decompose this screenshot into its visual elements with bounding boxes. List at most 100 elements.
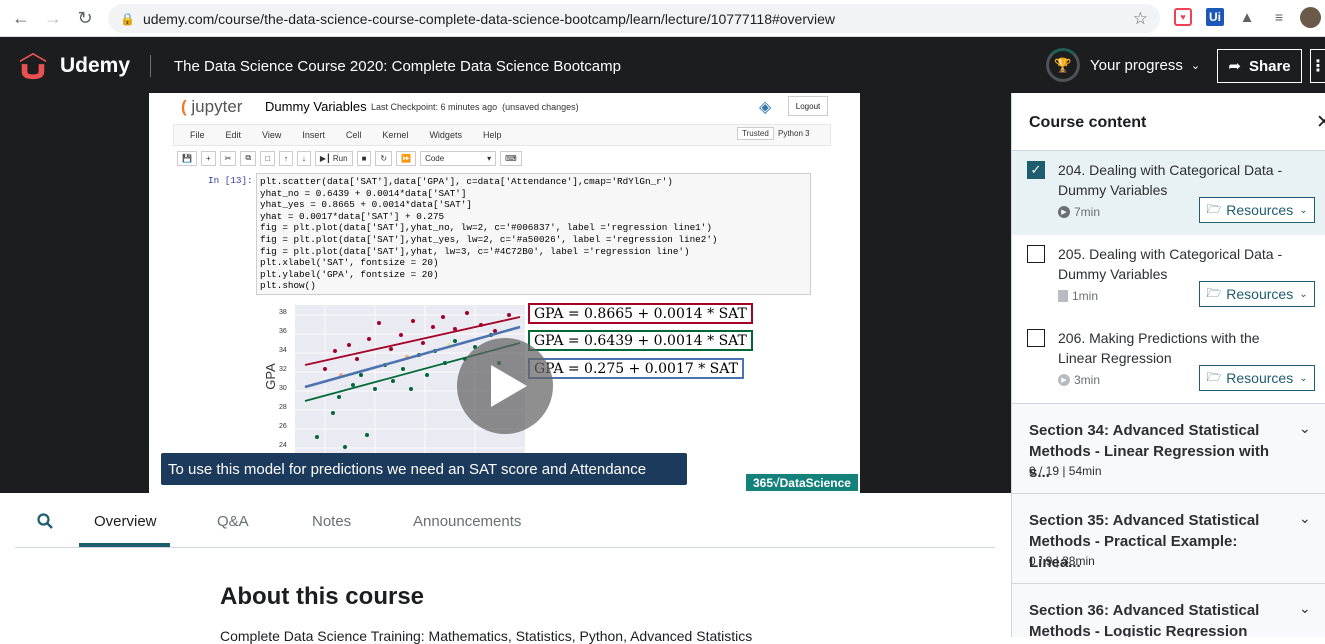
close-icon[interactable]: ✕ [1316, 111, 1325, 134]
lecture-checkbox[interactable]: ✓ [1027, 161, 1045, 179]
resources-button[interactable]: 🗁 Resources ⌄ [1199, 281, 1315, 307]
chevron-down-icon: ⌄ [1190, 59, 1201, 72]
course-content-sidebar: Course content ✕ ✓ 204. Dealing with Cat… [1011, 93, 1325, 637]
folder-icon: 🗁 [1206, 369, 1222, 384]
trophy-icon: 🏆 [1046, 48, 1080, 82]
python-logo-icon: ◈ [759, 99, 772, 116]
course-title[interactable]: The Data Science Course 2020: Complete D… [174, 58, 621, 75]
ytick: 28 [279, 404, 287, 411]
chevron-down-icon: ⌄ [1299, 372, 1308, 384]
progress-label: Your progress [1090, 56, 1183, 74]
chevron-down-icon: ⌄ [1299, 204, 1308, 216]
ytick: 32 [279, 366, 287, 373]
udemy-wordmark: Udemy [60, 54, 131, 77]
ytick: 24 [279, 442, 287, 449]
pocket-extension-icon[interactable]: ♥ [1174, 8, 1192, 26]
search-icon[interactable] [36, 512, 54, 530]
code-cell: In [13]: plt.scatter(data['SAT'],data['G… [173, 173, 831, 298]
chevron-down-icon[interactable]: ⌄ [1299, 510, 1311, 527]
chevron-down-icon[interactable]: ⌄ [1299, 420, 1311, 437]
lecture-item[interactable]: ✓ 204. Dealing with Categorical Data - D… [1012, 151, 1325, 235]
browser-toolbar: ← → ↻ 🔒 udemy.com/course/the-data-scienc… [0, 0, 1325, 37]
ytick: 38 [279, 309, 287, 316]
sidebar-header: Course content ✕ [1012, 93, 1325, 151]
plot-ylabel: GPA [262, 363, 278, 390]
section-item[interactable]: Section 36: Advanced Statistical Methods… [1012, 583, 1325, 637]
profile-avatar[interactable] [1300, 7, 1321, 28]
address-bar[interactable]: 🔒 udemy.com/course/the-data-science-cour… [108, 4, 1160, 33]
reload-icon[interactable]: ↻ [74, 7, 96, 29]
video-play-icon: ▶ [1058, 374, 1070, 386]
equation-no: GPA = 0.6439 + 0.0014 * SAT [528, 330, 753, 351]
back-icon[interactable]: ← [10, 7, 32, 29]
chevron-down-icon[interactable]: ⌄ [1299, 600, 1311, 617]
ytick: 30 [279, 385, 287, 392]
lecture-title: 205. Dealing with Categorical Data - Dum… [1058, 246, 1283, 282]
tab-qa[interactable]: Q&A [217, 513, 249, 530]
resources-button[interactable]: 🗁 Resources ⌄ [1199, 365, 1315, 391]
play-icon [491, 365, 527, 407]
lecture-checkbox[interactable] [1027, 329, 1045, 347]
section-item[interactable]: Section 35: Advanced Statistical Methods… [1012, 493, 1325, 583]
trusted-badge: Trusted [737, 127, 774, 140]
lecture-title: 204. Dealing with Categorical Data - Dum… [1058, 162, 1283, 198]
course-header: Udemy The Data Science Course 2020: Comp… [0, 37, 1325, 93]
resources-button[interactable]: 🗁 Resources ⌄ [1199, 197, 1315, 223]
lecture-checkbox[interactable] [1027, 245, 1045, 263]
udemy-logo[interactable]: Udemy [14, 51, 130, 81]
ytick: 26 [279, 423, 287, 430]
progress-dropdown[interactable]: 🏆 Your progress ⌄ [1046, 48, 1200, 82]
lecture-title: 206. Making Predictions with the Linear … [1058, 330, 1260, 366]
equation-all: GPA = 0.275 + 0.0017 * SAT [528, 358, 744, 379]
folder-icon: 🗁 [1206, 201, 1222, 216]
video-player[interactable]: ( jupyter Dummy Variables Last Checkpoin… [0, 93, 1011, 493]
lecture-duration: 1min [1058, 289, 1098, 303]
play-button[interactable] [457, 338, 553, 434]
ytick: 36 [279, 328, 287, 335]
equation-yes: GPA = 0.8665 + 0.0014 * SAT [528, 303, 753, 324]
lock-icon: 🔒 [120, 11, 135, 26]
forward-icon[interactable]: → [42, 7, 64, 29]
share-button[interactable]: ➦ Share [1217, 49, 1302, 83]
share-icon: ➦ [1228, 58, 1241, 75]
header-divider [150, 55, 151, 77]
ytick: 34 [279, 347, 287, 354]
lecture-duration: ▶ 3min [1058, 373, 1100, 387]
sidebar-title: Course content [1029, 114, 1147, 131]
about-heading: About this course [220, 583, 425, 610]
media-control-icon[interactable]: ≡ [1270, 8, 1288, 26]
jupyter-logo: ( jupyter [181, 97, 243, 116]
extensions-puzzle-icon[interactable]: ▲ [1238, 8, 1256, 26]
kernel-name: Python 3 [778, 129, 810, 138]
url-text: udemy.com/course/the-data-science-course… [142, 10, 836, 27]
cell-prompt: In [13]: [208, 175, 253, 186]
video-caption: To use this model for predictions we nee… [161, 453, 687, 485]
udemy-logo-icon [19, 52, 47, 80]
section-item[interactable]: Section 34: Advanced Statistical Methods… [1012, 403, 1325, 493]
about-subtitle: Complete Data Science Training: Mathemat… [220, 628, 753, 644]
lecture-item[interactable]: 206. Making Predictions with the Linear … [1012, 319, 1325, 403]
more-options-button[interactable]: ⋮ [1310, 49, 1325, 83]
tab-notes[interactable]: Notes [312, 513, 351, 530]
bookmark-star-icon[interactable]: ☆ [1133, 9, 1148, 29]
notebook-checkpoint: Last Checkpoint: 6 minutes ago (unsaved … [371, 102, 579, 112]
chevron-down-icon: ⌄ [1299, 288, 1308, 300]
course-tabs: Overview Q&A Notes Announcements [15, 493, 995, 548]
share-label: Share [1248, 57, 1291, 75]
code-cell-input: plt.scatter(data['SAT'],data['GPA'], c=d… [256, 173, 811, 295]
tab-announcements[interactable]: Announcements [413, 513, 521, 530]
logout-button: Logout [788, 96, 828, 116]
video-play-icon: ▶ [1058, 206, 1070, 218]
lecture-item[interactable]: 205. Dealing with Categorical Data - Dum… [1012, 235, 1325, 319]
notebook-menubar: File Edit View Insert Cell Kernel Widget… [173, 124, 831, 146]
notebook-name: Dummy Variables [265, 99, 367, 114]
section-meta: 0 / 9 | 38min [1029, 554, 1095, 568]
active-tab-indicator [79, 543, 170, 547]
lecture-duration: ▶ 7min [1058, 205, 1100, 219]
365-datascience-watermark: 365√DataScience [746, 474, 858, 491]
tab-overview[interactable]: Overview [94, 513, 157, 530]
ui-extension-icon[interactable]: Ui [1206, 8, 1224, 26]
section-title: Section 36: Advanced Statistical Methods… [1029, 602, 1260, 637]
file-icon [1058, 290, 1068, 302]
folder-icon: 🗁 [1206, 285, 1222, 300]
